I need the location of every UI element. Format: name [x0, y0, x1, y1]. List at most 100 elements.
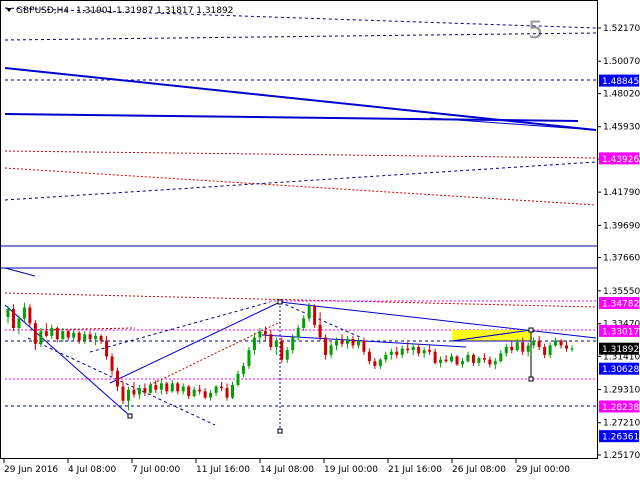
- y-tick-label: 1.25170: [603, 451, 640, 461]
- candle-body: [384, 354, 388, 360]
- candle-body: [176, 383, 180, 392]
- anchor-square: [528, 327, 534, 333]
- candle-body: [132, 389, 136, 395]
- candle-body: [296, 328, 300, 338]
- candle-body: [493, 361, 497, 365]
- candle-body: [400, 348, 404, 355]
- candle-body: [439, 359, 443, 363]
- candle-body: [66, 331, 70, 338]
- x-tick-label: 11 Jul 16:00: [196, 465, 250, 475]
- candle-body: [450, 356, 454, 362]
- anchor-square: [528, 376, 534, 382]
- candle-body: [126, 389, 130, 401]
- candle-body: [258, 331, 262, 338]
- candle-body: [181, 386, 185, 392]
- x-tick-label: 29 Jun 2016: [4, 465, 58, 475]
- candle-body: [50, 328, 54, 336]
- candle-body: [154, 384, 158, 390]
- candle-body: [362, 340, 366, 352]
- y-tick-label: 1.45930: [603, 123, 640, 133]
- x-tick-label: 26 Jul 08:00: [452, 465, 506, 475]
- candle-body: [187, 386, 191, 397]
- candle-body: [302, 318, 306, 329]
- candle-body: [61, 331, 65, 340]
- candle-body: [537, 340, 541, 347]
- y-tick-label: 1.39690: [603, 221, 640, 231]
- price-label-text: 1.34782: [602, 299, 639, 309]
- candle-body: [526, 345, 530, 352]
- candle-body: [170, 383, 174, 392]
- candle-body: [83, 334, 87, 341]
- candle-body: [6, 309, 10, 317]
- candle-body: [373, 361, 377, 366]
- candle-body: [274, 340, 278, 347]
- x-tick-label: 4 Jul 08:00: [68, 465, 117, 475]
- candle-body: [252, 337, 256, 351]
- candle-body: [378, 359, 382, 366]
- candle-body: [231, 384, 235, 398]
- candle-body: [313, 305, 317, 325]
- candle-body: [285, 350, 289, 360]
- candle-body: [203, 391, 207, 398]
- candle-body: [510, 346, 514, 351]
- chart-svg: 5 GBPUSD,H4 1.31901 1.31987 1.31817 1.31…: [0, 0, 640, 480]
- y-tick-label: 1.27210: [603, 419, 640, 429]
- candle-body: [121, 386, 125, 401]
- x-tick-label: 19 Jul 00:00: [324, 465, 378, 475]
- candle-body: [165, 383, 169, 392]
- candle-body: [406, 348, 410, 351]
- candle-body: [220, 386, 224, 389]
- candle-body: [291, 337, 295, 351]
- candle-body: [570, 348, 574, 350]
- candle-body: [460, 361, 464, 365]
- candle-body: [44, 331, 48, 336]
- x-tick-label: 14 Jul 08:00: [260, 465, 314, 475]
- y-tick-label: 1.29310: [603, 386, 640, 396]
- candle-body: [477, 358, 481, 363]
- candle-body: [521, 342, 525, 352]
- price-label-text: 1.30628: [602, 365, 639, 375]
- symbol-label: GBPUSD,H4: [16, 6, 69, 16]
- candle-body: [318, 324, 322, 338]
- candle-body: [22, 307, 26, 319]
- candle-body: [247, 350, 251, 366]
- candle-body: [280, 340, 284, 360]
- candle-body: [422, 350, 426, 354]
- chart-root: 5 GBPUSD,H4 1.31901 1.31987 1.31817 1.31…: [0, 0, 640, 480]
- candle-body: [148, 384, 152, 393]
- candle-body: [444, 359, 448, 362]
- candle-body: [72, 332, 76, 338]
- price-label-text: 1.31892: [602, 345, 639, 355]
- candle-body: [389, 351, 393, 355]
- price-label-text: 1.43926: [602, 155, 639, 165]
- candle-body: [241, 365, 245, 374]
- candle-body: [324, 337, 328, 355]
- price-label-text: 1.26361: [602, 433, 639, 443]
- candle-body: [395, 351, 399, 355]
- candle-body: [559, 340, 563, 346]
- candle-body: [335, 340, 339, 346]
- wave-label: 5: [528, 16, 543, 44]
- candle-body: [543, 346, 547, 355]
- candle-body: [198, 389, 202, 392]
- candle-body: [110, 356, 114, 371]
- x-tick-label: 29 Jul 00:00: [516, 465, 570, 475]
- candle-body: [11, 309, 15, 329]
- x-tick-label: 21 Jul 16:00: [388, 465, 442, 475]
- candle-body: [17, 318, 21, 329]
- candle-body: [99, 335, 103, 341]
- candle-body: [340, 340, 344, 344]
- candle-body: [209, 392, 213, 398]
- candle-body: [488, 359, 492, 365]
- candle-body: [55, 328, 59, 340]
- candle-body: [33, 323, 37, 344]
- candle-body: [455, 356, 459, 365]
- y-tick-label: 1.37660: [603, 253, 640, 263]
- candle-body: [307, 305, 311, 319]
- candle-body: [192, 389, 196, 397]
- candle-body: [499, 353, 503, 362]
- x-tick-label: 7 Jul 00:00: [132, 465, 181, 475]
- candle-body: [77, 332, 81, 341]
- y-tick-label: 1.35550: [603, 287, 640, 297]
- candle-body: [345, 339, 349, 344]
